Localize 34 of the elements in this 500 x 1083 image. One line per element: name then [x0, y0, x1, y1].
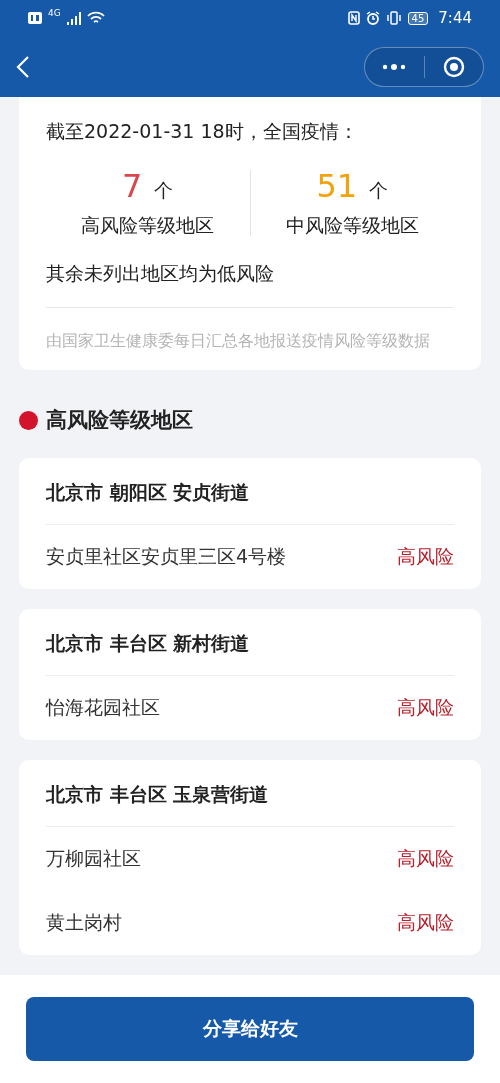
place-name: 黄土岗村 — [46, 910, 122, 935]
source-note: 由国家卫生健康委每日汇总各地报送疫情风险等级数据 — [46, 330, 431, 352]
count-label: 中风险等级地区 — [285, 213, 419, 238]
share-button[interactable]: 分享给好友 — [26, 997, 474, 1061]
back-icon[interactable] — [16, 54, 30, 79]
place-name: 怡海花园社区 — [46, 695, 160, 720]
section-title: 高风险等级地区 — [46, 407, 193, 434]
target-icon — [442, 55, 465, 78]
count-unit: 个 — [154, 178, 174, 203]
area-title: 北京市 朝阳区 安贞街道 — [46, 458, 454, 525]
alarm-icon — [365, 11, 380, 25]
network-label: 4G — [48, 8, 61, 18]
summary-heading: 截至2022-01-31 18时，全国疫情： — [46, 119, 359, 144]
risk-label: 高风险 — [397, 544, 454, 569]
section-dot-icon — [19, 410, 38, 430]
area-title: 北京市 丰台区 新村街道 — [46, 609, 454, 676]
risk-label: 高风险 — [397, 695, 454, 720]
clock-time: 7:44 — [438, 9, 472, 27]
wifi-icon — [86, 11, 105, 25]
signal-icon — [66, 11, 81, 25]
risk-label: 高风险 — [397, 846, 454, 871]
place-name: 万柳园社区 — [46, 846, 141, 871]
more-icon — [382, 62, 407, 71]
area-title: 北京市 丰台区 玉泉营街道 — [46, 760, 454, 827]
place-name: 安贞里社区安贞里三区4号楼 — [46, 544, 287, 569]
risk-label: 高风险 — [397, 910, 454, 935]
low-risk-note: 其余未列出地区均为低风险 — [46, 261, 454, 308]
vibrate-icon — [385, 11, 402, 25]
count-number: 7 — [122, 167, 143, 205]
nfc-icon — [347, 11, 360, 25]
battery-level: 45 — [407, 11, 429, 25]
count-label: 高风险等级地区 — [81, 213, 215, 238]
count-unit: 个 — [369, 178, 389, 203]
count-number: 51 — [316, 167, 358, 205]
